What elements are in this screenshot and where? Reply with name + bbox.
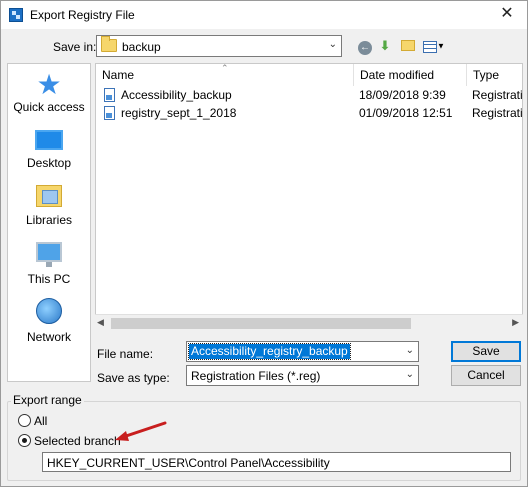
save-button[interactable]: Save [451, 341, 521, 362]
dialog-title: Export Registry File [30, 8, 135, 22]
libraries-icon [36, 185, 62, 207]
folder-icon [101, 36, 117, 52]
new-folder-button[interactable] [399, 38, 417, 54]
file-name-label: File name: [97, 347, 154, 361]
place-libraries[interactable]: Libraries [8, 185, 90, 227]
place-this-pc[interactable]: This PC [8, 242, 90, 286]
horizontal-scrollbar[interactable]: ◀ ▶ [95, 314, 523, 331]
new-folder-icon [401, 40, 415, 51]
up-arrow-icon: ⬇ [379, 38, 391, 53]
registry-file-icon [104, 106, 115, 120]
column-header-type[interactable]: Type [467, 64, 522, 86]
place-desktop[interactable]: Desktop [8, 130, 90, 170]
save-type-label: Save as type: [97, 371, 170, 385]
file-list[interactable]: Name ⌃ Date modified Type Accessibility_… [95, 63, 523, 331]
file-row[interactable]: Accessibility_backup 18/09/2018 9:39 Reg… [96, 86, 523, 104]
file-name-field[interactable]: Accessibility_registry_backup ⌄ [186, 341, 419, 362]
registry-file-icon [104, 88, 115, 102]
view-menu-button[interactable]: ▼ [421, 38, 447, 54]
view-icon [423, 40, 438, 53]
star-icon: ★ [36, 69, 62, 100]
place-network[interactable]: Network [8, 298, 90, 344]
sort-ascending-icon: ⌃ [221, 63, 229, 73]
place-quick-access[interactable]: ★ Quick access [8, 69, 90, 115]
place-label: Libraries [25, 213, 73, 227]
chevron-down-icon: ⌄ [405, 369, 414, 380]
file-date: 18/09/2018 9:39 [359, 88, 446, 102]
radio-all[interactable] [18, 414, 31, 427]
export-registry-dialog: Export Registry File ✕ Save in: backup ⌄… [0, 0, 528, 487]
place-label: This PC [27, 272, 71, 286]
place-label: Quick access [13, 100, 85, 114]
chevron-down-icon: ⌄ [328, 39, 337, 50]
computer-icon [36, 242, 62, 267]
file-row[interactable]: registry_sept_1_2018 01/09/2018 12:51 Re… [96, 104, 523, 122]
save-type-dropdown[interactable]: Registration Files (*.reg) ⌄ [186, 365, 419, 386]
radio-all-label[interactable]: All [34, 414, 47, 428]
file-type: Registration [472, 88, 523, 102]
chevron-down-icon[interactable]: ⌄ [406, 345, 414, 356]
radio-selected-branch[interactable] [18, 434, 31, 447]
scrollbar-thumb[interactable] [111, 318, 411, 329]
registry-editor-icon [9, 8, 23, 22]
file-date: 01/09/2018 12:51 [359, 106, 453, 120]
column-header-date[interactable]: Date modified [354, 64, 467, 86]
desktop-icon [35, 130, 63, 150]
cancel-button[interactable]: Cancel [451, 365, 521, 386]
save-type-value: Registration Files (*.reg) [191, 369, 321, 383]
places-bar: ★ Quick access Desktop Libraries This PC… [7, 63, 91, 382]
column-header-label: Name [102, 68, 135, 82]
file-name: Accessibility_backup [121, 88, 232, 102]
up-folder-button[interactable]: ⬇ [376, 38, 394, 54]
file-name-value: Accessibility_registry_backup [188, 343, 351, 360]
scroll-right-icon[interactable]: ▶ [512, 317, 519, 328]
annotation-arrow-icon [115, 421, 167, 441]
export-range-title: Export range [11, 393, 84, 407]
place-label: Desktop [26, 156, 72, 170]
file-type: Registration [472, 106, 523, 120]
column-header-name[interactable]: Name ⌃ [96, 64, 354, 86]
scroll-left-icon[interactable]: ◀ [97, 317, 104, 328]
branch-path-field[interactable]: HKEY_CURRENT_USER\Control Panel\Accessib… [42, 452, 511, 472]
file-name: registry_sept_1_2018 [121, 106, 237, 120]
place-label: Network [26, 330, 71, 344]
back-button[interactable]: ← [356, 38, 374, 55]
save-in-label: Save in: [53, 40, 97, 54]
dropdown-arrow-icon: ▼ [437, 41, 445, 51]
branch-path-value: HKEY_CURRENT_USER\Control Panel\Accessib… [47, 456, 330, 470]
close-button[interactable]: ✕ [487, 1, 527, 29]
radio-selected-branch-label[interactable]: Selected branch [34, 434, 121, 448]
back-arrow-icon: ← [358, 41, 372, 55]
title-bar: Export Registry File ✕ [1, 1, 527, 29]
save-in-value: backup [122, 40, 161, 54]
network-icon [36, 298, 62, 324]
save-in-dropdown[interactable]: backup ⌄ [96, 35, 342, 57]
